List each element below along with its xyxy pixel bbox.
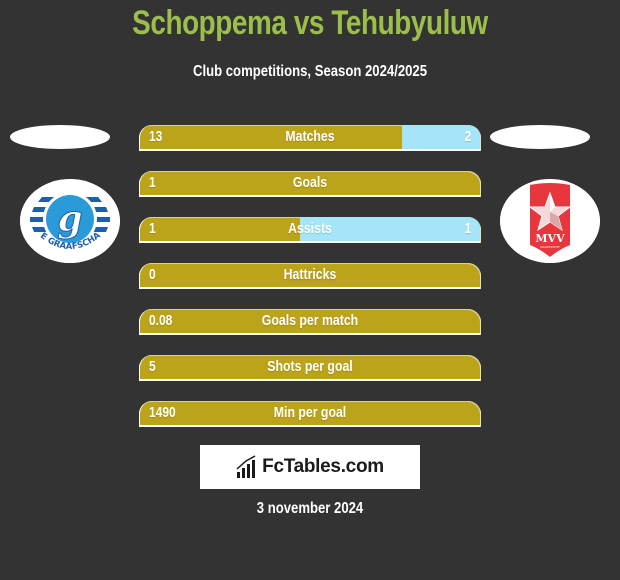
bar-left-border	[139, 363, 140, 381]
brand-name: FcTables.com	[262, 456, 384, 477]
right-team-value: 1	[464, 220, 471, 237]
left-team-name-pill	[10, 125, 110, 149]
stat-label: Matches	[285, 128, 335, 145]
competition-subtitle: Club competitions, Season 2024/2025	[192, 63, 428, 80]
stat-row-goals-per-match: 0.08 Goals per match	[139, 309, 481, 335]
bar-left-border	[139, 179, 140, 197]
page-title: Schoppema vs Tehubyuluw	[132, 4, 488, 42]
stat-label: Goals	[292, 174, 328, 191]
left-team-value: 13	[149, 128, 163, 145]
bar-left-border	[139, 317, 140, 335]
right-team-name-pill	[490, 125, 590, 149]
bar-left-border	[139, 409, 140, 427]
bar-right-border	[480, 363, 481, 381]
stat-label: Assists	[288, 220, 332, 237]
match-date: 3 november 2024	[256, 500, 364, 517]
svg-text:MVV: MVV	[535, 232, 565, 245]
de-graafschap-crest-icon: g DE GRAAFSCHAP	[20, 179, 120, 263]
stat-row-min-per-goal: 1490 Min per goal	[139, 401, 481, 427]
left-team-value: 1	[149, 220, 156, 237]
bar-chart-icon	[236, 455, 256, 478]
svg-text:MAASTRICHT: MAASTRICHT	[540, 245, 560, 249]
stat-row-goals: 1 Goals	[139, 171, 481, 197]
bar-bottom-border	[139, 287, 481, 289]
left-team-value: 5	[149, 358, 156, 375]
bar-right-border	[480, 271, 481, 289]
stat-label: Hattricks	[283, 266, 337, 283]
fctables-logo[interactable]: FcTables.com	[200, 445, 420, 489]
bar-right-border	[480, 133, 481, 151]
stat-row-shots-per-goal: 5 Shots per goal	[139, 355, 481, 381]
stat-label: Goals per match	[261, 312, 359, 329]
bar-right-border	[480, 409, 481, 427]
bar-bottom-border	[139, 425, 481, 427]
right-team-badge[interactable]: MVV MAASTRICHT	[500, 179, 600, 263]
bar-bottom-border	[139, 149, 481, 151]
bar-left-border	[139, 133, 140, 151]
left-team-value: 0	[149, 266, 156, 283]
stat-row-assists: 1 Assists 1	[139, 217, 481, 243]
stat-row-hattricks: 0 Hattricks	[139, 263, 481, 289]
bar-bottom-border	[139, 333, 481, 335]
right-team-value: 2	[464, 128, 471, 145]
bar-bottom-border	[139, 195, 481, 197]
bar-bottom-border	[139, 379, 481, 381]
stat-label: Shots per goal	[267, 358, 353, 375]
left-team-value: 1	[149, 174, 156, 191]
bar-right-border	[480, 317, 481, 335]
bar-right-border	[480, 225, 481, 243]
stat-label: Min per goal	[273, 404, 347, 421]
bar-bottom-border	[139, 241, 481, 243]
bar-left-border	[139, 271, 140, 289]
stat-row-matches: 13 Matches 2	[139, 125, 481, 151]
svg-text:g: g	[57, 198, 82, 240]
bar-left-border	[139, 225, 140, 243]
mvv-maastricht-crest-icon: MVV MAASTRICHT	[500, 179, 600, 263]
left-team-badge[interactable]: g DE GRAAFSCHAP	[20, 179, 120, 263]
bar-right-border	[480, 179, 481, 197]
